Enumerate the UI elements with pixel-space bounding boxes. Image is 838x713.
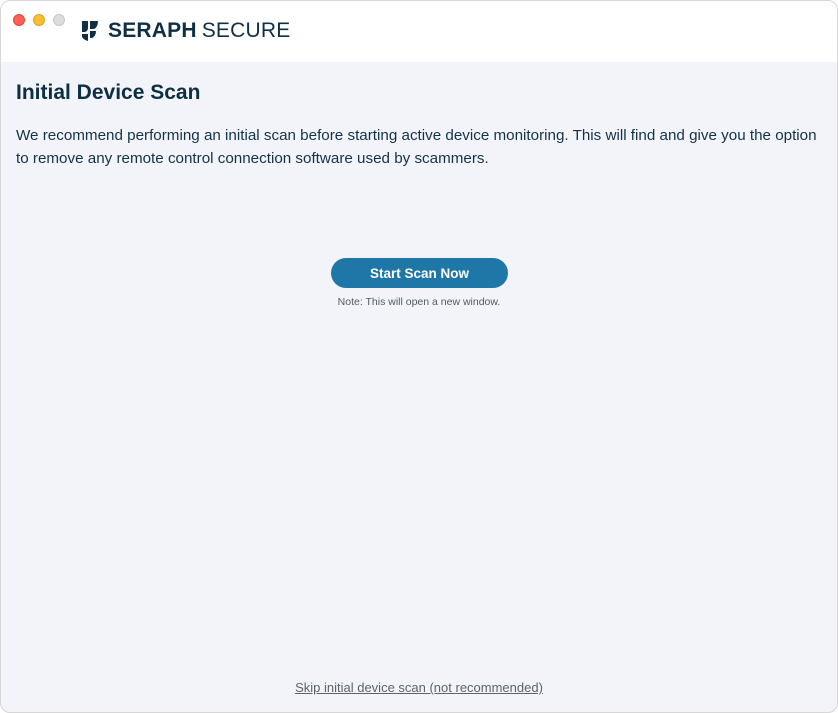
title-bar: SERAPH SECURE <box>1 1 837 62</box>
minimize-window-button[interactable] <box>33 14 45 26</box>
page-title: Initial Device Scan <box>16 81 201 104</box>
start-scan-button[interactable]: Start Scan Now <box>331 258 508 288</box>
scan-description: We recommend performing an initial scan … <box>16 127 817 167</box>
brand-header: SERAPH SECURE <box>80 18 290 44</box>
seraph-wing-logo-icon <box>82 21 98 41</box>
brand-name-light: SECURE <box>201 19 291 42</box>
brand-name-strong: SERAPH <box>108 19 197 42</box>
zoom-window-button[interactable] <box>53 14 65 26</box>
scan-note: Note: This will open a new window. <box>337 296 501 308</box>
app-window: SERAPH SECURE Initial Device Scan We reco… <box>0 0 838 713</box>
close-window-button[interactable] <box>13 14 25 26</box>
main-content: Initial Device Scan We recommend perform… <box>1 62 837 712</box>
skip-scan-link[interactable]: Skip initial device scan (not recommende… <box>1 680 837 695</box>
brand-name: SERAPH SECURE <box>108 19 290 43</box>
